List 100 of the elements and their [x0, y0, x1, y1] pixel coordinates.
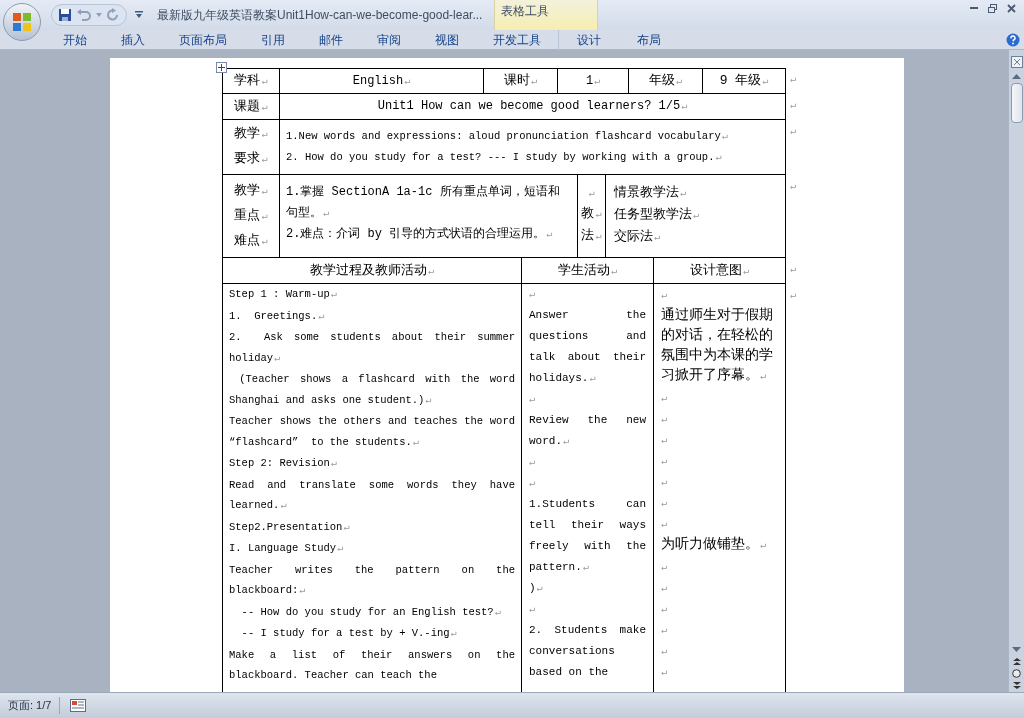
cell-text: Step 1 : Warm-up↵	[229, 287, 338, 302]
cell-text: Answer the questions and talk about their holidays.↵	[529, 308, 646, 386]
save-icon[interactable]	[58, 8, 72, 22]
row-end-mark: ↵	[790, 181, 797, 192]
cell-text: 2.难点：介词 by 引导的方式状语的合理运用。↵	[286, 226, 554, 243]
previous-page-icon[interactable]	[1012, 658, 1021, 665]
cell-text: 课题↵	[234, 97, 268, 116]
paragraph-mark: ↵	[529, 478, 536, 489]
paragraph-mark: ↵	[661, 435, 668, 446]
ribbon-tab[interactable]: 开始	[50, 30, 100, 49]
cell-text: English↵	[352, 72, 411, 90]
cell-text: 任务型教学法↵	[614, 206, 701, 224]
cell-text: 2. How do you study for a test? --- I study by working with a group.↵	[286, 150, 723, 165]
cell-text: -- How do you study for an English test?↵	[240, 604, 502, 620]
browse-object-icon[interactable]	[1012, 669, 1021, 678]
close-icon[interactable]	[1007, 3, 1016, 13]
cell-text: 1. Greetings.↵	[229, 308, 326, 324]
paragraph-mark: ↵	[661, 498, 668, 509]
cell-text: 情景教学法↵	[614, 184, 688, 202]
help-icon[interactable]	[1006, 32, 1020, 47]
scroll-up-icon[interactable]	[1012, 74, 1021, 79]
paragraph-mark: ↵	[661, 646, 668, 657]
cell-text: Make a list of their answers on the blackboard. Teacher can teach the	[229, 647, 515, 683]
proofing-icon[interactable]	[70, 699, 87, 712]
cell-text: 1↵	[585, 72, 601, 90]
paragraph-mark: ↵	[588, 188, 595, 199]
cell-text: 1.New words and expressions: aloud pronunciation flashcard vocabulary↵	[286, 129, 729, 144]
cell-text: 交际法↵	[614, 228, 662, 246]
ribbon-tab[interactable]: 审阅	[364, 30, 414, 49]
paragraph-mark: ↵	[661, 477, 668, 488]
cell-text: 课时↵	[504, 72, 537, 90]
scrollbar-thumb[interactable]	[1010, 83, 1023, 123]
table-move-handle-icon[interactable]	[216, 62, 227, 73]
paragraph-mark: ↵	[661, 625, 668, 636]
next-page-icon[interactable]	[1012, 682, 1021, 689]
cell-text: (Teacher shows a flashcard with the word Shanghai and asks one student.)↵	[229, 372, 515, 408]
cell-text: 教↵	[581, 205, 602, 223]
cell-text: 2. Students make conversations based on the	[529, 623, 646, 680]
row-end-mark: ↵	[790, 100, 797, 111]
customize-toolbar-icon[interactable]	[135, 11, 143, 19]
cell-text: 9 年级↵	[719, 72, 769, 90]
cell-text: 要求↵	[234, 150, 268, 168]
cell-text: I. Language Study↵	[229, 541, 345, 556]
ribbon-tab[interactable]: 页面布局	[166, 30, 240, 49]
paragraph-mark: ↵	[661, 414, 668, 425]
cell-text: 2. Ask some students about their summer holiday↵	[229, 330, 515, 366]
cell-text: 设计意图↵	[690, 261, 749, 280]
cell-text: 重点↵	[234, 206, 268, 225]
paragraph-mark: ↵	[661, 290, 668, 301]
cell-text: Step2.Presentation↵	[229, 519, 351, 535]
paragraph-mark: ↵	[661, 519, 668, 530]
cell-text: 教学↵	[234, 125, 268, 143]
row-end-mark: ↵	[790, 264, 797, 275]
cell-text: 学生活动↵	[558, 261, 617, 280]
row-end-mark: ↵	[790, 74, 797, 85]
ribbon-tab[interactable]: 引用	[248, 30, 298, 49]
context-tab-group-label: 表格工具	[501, 3, 550, 20]
cell-text: 教学过程及教师活动↵	[310, 261, 434, 280]
ribbon-tab[interactable]: 视图	[422, 30, 472, 49]
scroll-down-icon[interactable]	[1012, 647, 1021, 652]
cell-text: Unit1 How can we become good learners? 1/5↵	[377, 98, 688, 115]
ribbon-tab[interactable]: 布局	[624, 30, 674, 49]
cell-text: 教学↵	[234, 181, 268, 200]
ribbon-tab[interactable]: 邮件	[306, 30, 356, 49]
cell-text: Review the new word.↵	[529, 413, 646, 449]
paragraph-mark: ↵	[529, 457, 536, 468]
cell-text: )↵	[529, 581, 544, 596]
cell-text: Teacher shows the others and teaches the word “flashcard” to the students.↵	[229, 414, 515, 450]
cell-text: 学科↵	[234, 72, 268, 90]
window-title: 最新版九年级英语教案Unit1How-can-we-become-good-lear...	[157, 7, 483, 24]
dropdown-arrow-icon	[96, 13, 102, 17]
paragraph-mark: ↵	[529, 289, 536, 300]
paragraph-mark: ↵	[529, 394, 536, 405]
cell-text: 为听力做铺垫。↵	[661, 535, 768, 554]
office-logo-icon	[11, 11, 33, 33]
cell-text: 1.掌握 SectionA 1a-1c 所有重点单词，短语和句型。↵	[286, 184, 561, 222]
paragraph-mark: ↵	[661, 393, 668, 404]
row-end-mark: ↵	[790, 126, 797, 137]
cell-text: 通过师生对于假期的对话，在轻松的氛围中为本课的学习掀开了序幕。↵	[661, 306, 774, 385]
row-end-mark: ↵	[790, 290, 797, 301]
paragraph-mark: ↵	[661, 583, 668, 594]
ribbon-tab[interactable]: 插入	[108, 30, 158, 49]
page-indicator[interactable]: 页面: 1/7	[0, 697, 61, 714]
cell-text: 1.Students can tell their ways freely with the pattern.↵	[529, 497, 646, 575]
minimize-icon[interactable]	[970, 6, 978, 10]
ribbon-tab[interactable]: 设计	[564, 30, 614, 49]
paragraph-mark: ↵	[661, 562, 668, 573]
office-button[interactable]	[3, 3, 41, 41]
cell-text: -- I study for a test by + V.-ing↵	[240, 626, 458, 641]
cell-text: Teacher writes the pattern on the blackboard:↵	[229, 562, 515, 598]
cell-text: 法↵	[581, 227, 602, 245]
cell-text: Read and translate some words they have learned.↵	[229, 477, 515, 513]
cell-text: Step 2: Revision↵	[229, 456, 338, 471]
paragraph-mark: ↵	[661, 604, 668, 615]
restore-icon[interactable]	[988, 3, 997, 13]
ruler-toggle-icon[interactable]	[1010, 56, 1023, 68]
ribbon-tab[interactable]: 开发工具	[480, 30, 554, 49]
paragraph-mark: ↵	[661, 456, 668, 467]
paragraph-mark: ↵	[661, 667, 668, 678]
cell-text: 难点↵	[234, 231, 268, 250]
